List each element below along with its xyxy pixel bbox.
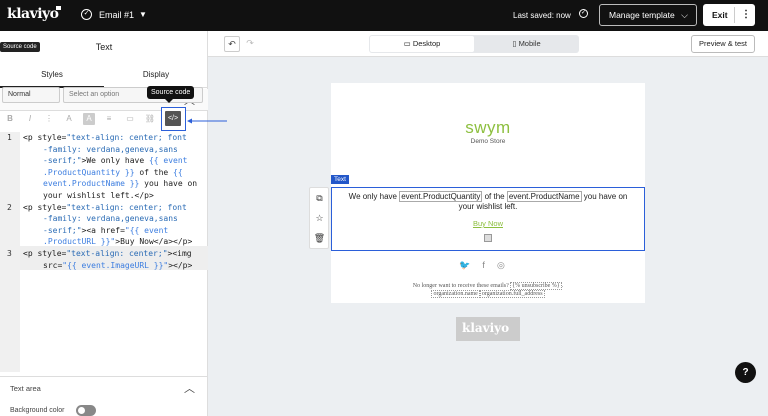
manage-template-button[interactable]: Manage template ⌵	[599, 4, 697, 26]
tab-display[interactable]: Display	[104, 64, 208, 88]
code-line: src="{{ event.ImageURL }}"></p>	[43, 260, 193, 270]
trash-icon[interactable]: 🗑	[313, 232, 326, 245]
text-paragraph: We only have event.ProductQuantity of th…	[348, 191, 628, 211]
org-name-tag: organization.name	[431, 290, 480, 298]
format-select[interactable]: Normal	[2, 87, 60, 103]
code-line: event.ProductName }} you have on	[43, 179, 198, 189]
email-title[interactable]: Email #1	[99, 10, 134, 20]
undo-icon[interactable]: ↶	[224, 36, 240, 52]
org-address-tag: organization.full_address	[479, 290, 545, 298]
twitter-icon[interactable]: 🐦	[459, 260, 482, 270]
text-area-section-header[interactable]: Text area ︿	[0, 376, 208, 398]
code-line: your wishlist left.</p>	[43, 191, 154, 200]
exit-button[interactable]: Exit	[712, 4, 728, 26]
line-number: 2	[7, 202, 12, 212]
pointer-arrow	[187, 118, 227, 124]
source-code-button[interactable]: </>	[161, 107, 186, 131]
code-line: <p style="text-align: center;"><img	[23, 249, 192, 258]
mobile-view-button[interactable]: ▯ Mobile	[475, 36, 578, 52]
top-bar: klaviyo ✓ Email #1 ▼ Last saved: now ✓ M…	[0, 0, 768, 31]
desktop-icon: ▭	[403, 39, 413, 48]
brand-subtitle: Demo Store	[470, 138, 506, 145]
editor-toolbar: B I ⋮ A A ≡ ▭ ⛓ </>	[0, 107, 208, 131]
background-color-icon[interactable]: A	[83, 113, 95, 125]
merge-tag: event.ProductName	[506, 191, 582, 202]
link-icon[interactable]: ⛓	[144, 113, 156, 125]
block-tools: ⧉ ☆ 🗑	[309, 187, 329, 249]
code-line: -serif;"><a href="{{ event	[43, 225, 169, 235]
code-line: .ProductQuantity }} of the {{	[43, 167, 183, 177]
code-line: -family: verdana,geneva,sans	[43, 214, 178, 224]
logo-flag-icon	[56, 6, 61, 10]
canvas-toolbar: ↶ ↷ ▭ Desktop ▯ Mobile Preview & test	[208, 31, 768, 57]
desktop-view-button[interactable]: ▭ Desktop	[370, 36, 474, 52]
code-line: <p style="text-align: center; font	[23, 202, 187, 212]
facebook-icon[interactable]: f	[482, 260, 497, 270]
buy-now-link[interactable]: Buy Now	[332, 219, 644, 228]
more-options-icon[interactable]: ⋮	[741, 4, 751, 26]
source-code-editor[interactable]: 1 2 3 <p style="text-align: center; font…	[0, 132, 208, 372]
manage-template-label: Manage template	[609, 10, 675, 20]
background-color-toggle[interactable]	[76, 405, 96, 416]
toggle-knob	[78, 407, 85, 414]
brand-logo[interactable]: swym	[331, 118, 645, 138]
source-code-tooltip: Source code	[147, 86, 195, 103]
code-line: -serif;">We only have {{ event	[43, 156, 188, 166]
desktop-label: Desktop	[412, 39, 441, 48]
check-icon: ✓	[579, 9, 588, 18]
image-icon[interactable]: ▭	[124, 113, 136, 125]
text-block[interactable]: We only have event.ProductQuantity of th…	[331, 187, 645, 251]
email-footer: No longer want to receive these emails? …	[412, 282, 564, 298]
preview-test-button[interactable]: Preview & test	[691, 35, 755, 53]
bold-icon[interactable]: B	[4, 113, 16, 125]
chevron-down-icon: ⌵	[681, 10, 688, 20]
social-links: 🐦f◎	[331, 260, 645, 271]
code-line: .ProductURL }}">Buy Now</a></p>	[43, 237, 193, 247]
mobile-label: Mobile	[518, 39, 541, 48]
star-icon[interactable]: ☆	[313, 212, 326, 225]
line-number: 1	[7, 133, 12, 142]
italic-icon[interactable]: I	[24, 113, 36, 125]
merge-tag: event.ProductQuantity	[399, 191, 483, 202]
align-icon[interactable]: ≡	[103, 113, 115, 125]
duplicate-icon[interactable]: ⧉	[313, 192, 326, 205]
product-image-placeholder	[484, 234, 492, 242]
source-code-icon: </>	[165, 111, 181, 126]
exit-button-group: Exit ⋮	[703, 4, 755, 26]
klaviyo-footer-logo: klaviyo	[456, 317, 520, 341]
device-switch: ▭ Desktop ▯ Mobile	[369, 35, 579, 53]
line-number: 3	[7, 249, 12, 258]
klaviyo-logo[interactable]: klaviyo	[7, 6, 59, 22]
background-color-label: Background color	[10, 407, 65, 414]
saved-status: Last saved: now	[513, 11, 571, 20]
tab-styles[interactable]: Styles	[0, 64, 104, 88]
source-code-tooltip-corner: Source code	[0, 42, 40, 52]
divider	[734, 7, 735, 23]
code-line: -family: verdana,geneva,sans	[43, 144, 178, 154]
text-block-badge: Text	[331, 175, 349, 184]
text-area-label: Text area	[10, 384, 41, 393]
redo-icon[interactable]: ↷	[242, 36, 258, 52]
klaviyo-footer-logo-text: klaviyo	[462, 321, 510, 335]
email-status-icon: ✓	[81, 9, 92, 20]
instagram-icon[interactable]: ◎	[497, 260, 517, 270]
help-icon[interactable]: ?	[735, 362, 756, 383]
text-color-icon[interactable]: A	[63, 113, 75, 125]
chevron-up-icon[interactable]: ︿	[184, 380, 195, 396]
chevron-down-icon[interactable]: ▼	[139, 10, 147, 19]
unsubscribe-tag: {% unsubscribe %}	[510, 282, 562, 290]
more-format-icon[interactable]: ⋮	[43, 113, 55, 125]
code-line: <p style="text-align: center; font	[23, 133, 187, 142]
email-canvas: swym Demo Store Text ⧉ ☆ 🗑 We only have …	[309, 83, 645, 303]
